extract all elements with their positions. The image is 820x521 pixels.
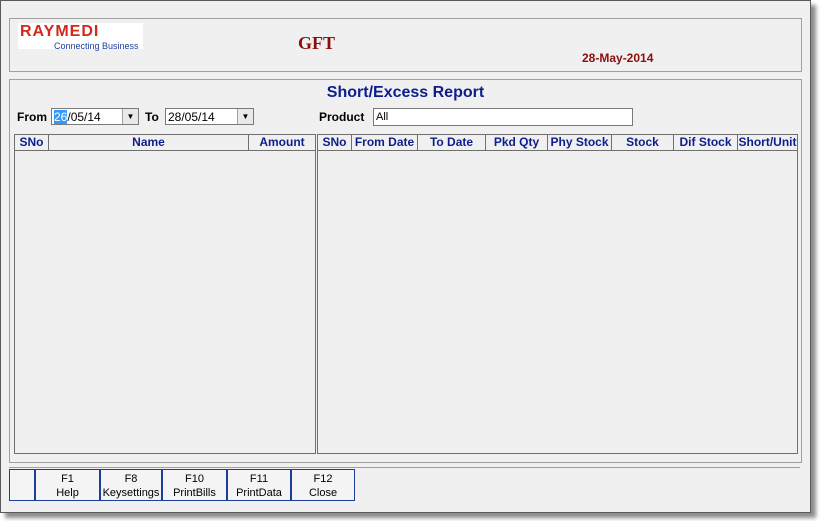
product-value: All <box>376 111 389 123</box>
col-pkd-qty[interactable]: Pkd Qty <box>486 135 548 150</box>
right-grid-header: SNo From Date To Date Pkd Qty Phy Stock … <box>318 135 797 151</box>
logo-text: RAYMEDI <box>20 23 100 40</box>
f12-close-button[interactable]: F12 Close <box>291 469 355 501</box>
f10-key: F10 <box>185 473 204 485</box>
header-date: 28-May-2014 <box>582 51 654 65</box>
f1-label: Help <box>56 487 79 499</box>
f8-keysettings-button[interactable]: F8 Keysettings <box>100 469 162 501</box>
footer-toolbar: F1 Help F8 Keysettings F10 PrintBills F1… <box>9 467 800 502</box>
from-date-day: 26 <box>54 110 68 124</box>
from-date-rest: /05/14 <box>67 110 101 124</box>
f8-label: Keysettings <box>102 487 160 499</box>
col-name[interactable]: Name <box>49 135 249 150</box>
f10-printbills-button[interactable]: F10 PrintBills <box>162 469 227 501</box>
col-stock[interactable]: Stock <box>612 135 674 150</box>
product-input[interactable]: All <box>373 108 633 126</box>
product-label: Product <box>319 110 365 124</box>
col-to-date[interactable]: To Date <box>418 135 486 150</box>
col-amount[interactable]: Amount <box>249 135 315 150</box>
f12-label: Close <box>308 487 338 499</box>
from-date-value: 26/05/14 <box>54 110 101 124</box>
f11-key: F11 <box>249 473 269 485</box>
main-panel: Short/Excess Report From 26/05/14 ▼ To 2… <box>9 79 802 463</box>
right-grid[interactable]: SNo From Date To Date Pkd Qty Phy Stock … <box>317 134 798 454</box>
left-grid[interactable]: SNo Name Amount <box>14 134 316 454</box>
col-phy-stock[interactable]: Phy Stock <box>548 135 612 150</box>
to-label: To <box>145 110 159 124</box>
col-dif-stock[interactable]: Dif Stock <box>674 135 738 150</box>
to-date-picker[interactable]: 28/05/14 ▼ <box>165 108 254 125</box>
f10-label: PrintBills <box>173 487 216 499</box>
left-grid-header: SNo Name Amount <box>15 135 315 151</box>
from-label: From <box>17 110 47 124</box>
col-sno[interactable]: SNo <box>15 135 49 150</box>
f8-key: F8 <box>124 473 138 485</box>
company-name: GFT <box>298 33 336 53</box>
report-window: RAYMEDI Connecting Business GFT 28-May-2… <box>0 0 811 513</box>
from-date-picker[interactable]: 26/05/14 ▼ <box>51 108 139 125</box>
chevron-down-icon[interactable]: ▼ <box>122 109 138 124</box>
chevron-down-icon[interactable]: ▼ <box>237 109 253 124</box>
header-panel: RAYMEDI Connecting Business GFT 28-May-2… <box>9 18 802 72</box>
f12-key: F12 <box>313 473 333 485</box>
logo: RAYMEDI Connecting Business <box>18 23 143 51</box>
col-sno[interactable]: SNo <box>318 135 352 150</box>
footer-spacer <box>9 469 35 501</box>
f11-label: PrintData <box>236 487 282 499</box>
f1-key: F1 <box>61 473 74 485</box>
to-date-value: 28/05/14 <box>168 110 215 124</box>
col-from-date[interactable]: From Date <box>352 135 418 150</box>
logo-tagline: Connecting Business <box>54 41 139 51</box>
col-short-unit[interactable]: Short/Unit <box>738 135 797 150</box>
f11-printdata-button[interactable]: F11 PrintData <box>227 469 291 501</box>
f1-help-button[interactable]: F1 Help <box>35 469 100 501</box>
report-title: Short/Excess Report <box>326 84 485 101</box>
